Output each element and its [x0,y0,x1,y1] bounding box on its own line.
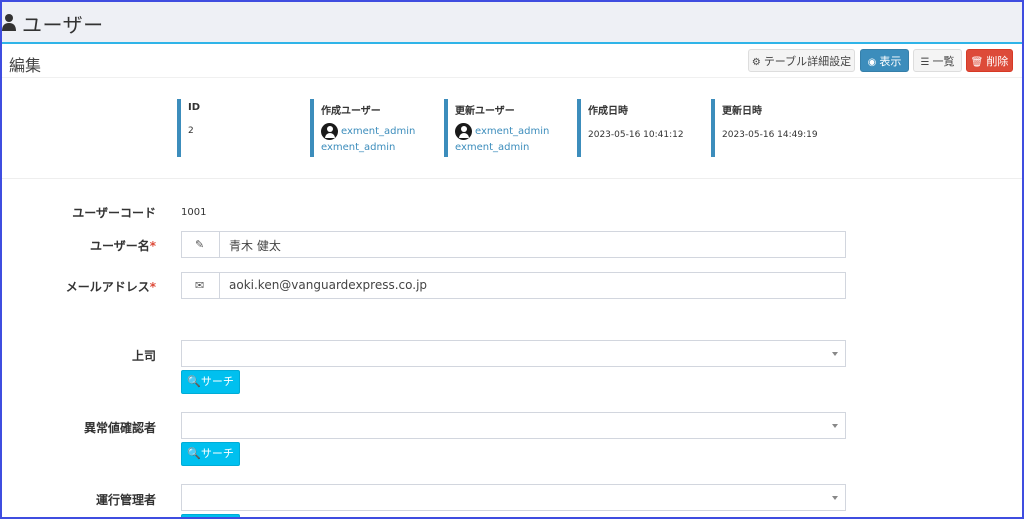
anomaly-approver-label: 異常値確認者 [84,419,156,436]
list-label: 一覧 [932,55,955,68]
info-updated-at-label: 更新日時 [722,106,762,117]
info-id-label: ID [188,102,201,113]
eye-icon: ◉ [867,57,877,68]
user-name-field[interactable]: ✎ 青木 健太 [181,231,846,258]
table-settings-label: テーブル詳細設定 [763,55,852,68]
required-mark: * [149,239,156,253]
info-created-at-label: 作成日時 [588,106,628,117]
gear-icon: ⚙ [751,57,761,68]
info-id: ID 2 [177,99,200,157]
user-name-label: ユーザー名* [90,237,156,254]
info-updated-at: 更新日時 2023-05-16 14:49:19 [711,99,818,157]
info-updated-at-value: 2023-05-16 14:49:19 [722,130,818,140]
operation-manager-label-text: 運行管理者 [95,493,156,507]
search-label: サーチ [200,447,234,460]
created-by-user-link[interactable]: exment_admin [341,126,415,137]
list-button[interactable]: ☰ 一覧 [913,49,962,72]
operation-manager-label: 運行管理者 [96,491,156,508]
anomaly-approver-label-text: 異常値確認者 [83,421,156,435]
user-code-value: 1001 [181,207,207,218]
info-id-value: 2 [188,126,194,136]
box-title: 編集 [9,56,42,75]
email-label-text: メールアドレス [65,280,150,294]
view-button[interactable]: ◉ 表示 [860,49,909,72]
delete-button[interactable]: 🗑 削除 [966,49,1013,72]
required-mark: * [149,280,156,294]
chevron-down-icon [832,496,838,500]
table-settings-button[interactable]: ⚙ テーブル詳細設定 [748,49,855,72]
info-created-at-value: 2023-05-16 10:41:12 [588,130,684,140]
operation-manager-select[interactable] [181,484,846,511]
info-updated-by: 更新ユーザー exment_admin exment_admin [444,99,549,157]
view-label: 表示 [879,55,902,68]
page-header: ユーザー [2,2,1022,44]
created-by-user-link-2[interactable]: exment_admin [321,142,415,153]
anomaly-approver-select[interactable] [181,412,846,439]
search-icon: 🔍 [187,447,201,460]
search-icon: 🔍 [187,375,201,388]
chevron-down-icon [832,424,838,428]
boss-search-button[interactable]: 🔍サーチ [181,370,240,394]
trash-icon: 🗑 [970,57,984,68]
list-icon: ☰ [920,57,930,68]
email-addon: ✉ [182,273,220,298]
user-icon [2,14,16,31]
user-name-value: 青木 健太 [229,239,281,253]
email-value: aoki.ken@vanguardexpress.co.jp [229,278,428,292]
page-title: ユーザー [22,13,104,37]
updated-by-user-link[interactable]: exment_admin [475,126,549,137]
email-field[interactable]: ✉ aoki.ken@vanguardexpress.co.jp [181,272,846,299]
info-created-by: 作成ユーザー exment_admin exment_admin [310,99,415,157]
boss-label-text: 上司 [131,349,156,363]
window-frame: ユーザー 編集 ⚙ テーブル詳細設定 ◉ 表示 ☰ 一覧 🗑 削除 ID 2 作成ユーザ… [0,0,1024,519]
info-created-at: 作成日時 2023-05-16 10:41:12 [577,99,684,157]
info-created-by-label: 作成ユーザー [321,106,381,117]
user-name-addon: ✎ [182,232,220,257]
boss-select[interactable] [181,340,846,367]
delete-label: 削除 [986,55,1009,68]
search-label: サーチ [200,375,234,388]
updated-by-user-link-2[interactable]: exment_admin [455,142,549,153]
info-updated-by-label: 更新ユーザー [455,106,515,117]
email-label: メールアドレス* [66,278,156,295]
user-name-label-text: ユーザー名 [89,239,150,253]
divider [2,77,1022,78]
divider [2,178,1022,179]
pencil-icon: ✎ [195,238,205,251]
chevron-down-icon [832,352,838,356]
boss-label: 上司 [132,347,156,364]
user-code-label: ユーザーコード [72,204,156,221]
envelope-icon: ✉ [195,279,205,292]
operation-manager-search-button[interactable] [181,514,240,517]
anomaly-approver-search-button[interactable]: 🔍サーチ [181,442,240,466]
user-code-label-text: ユーザーコード [72,206,156,220]
avatar [321,123,338,140]
avatar [455,123,472,140]
